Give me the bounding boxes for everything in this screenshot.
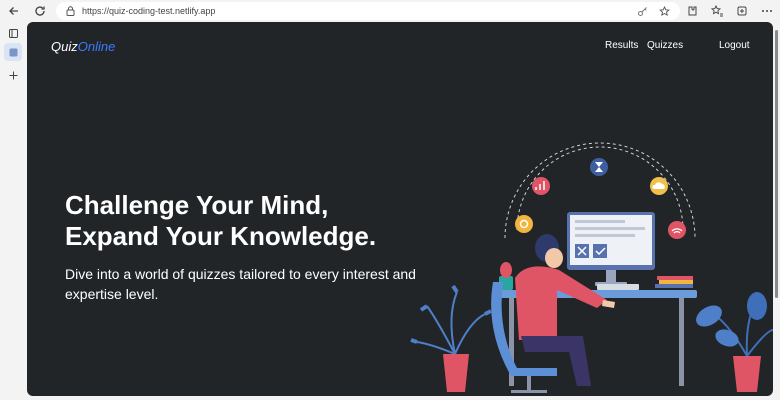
page-scrollbar[interactable] xyxy=(774,22,780,396)
left-plant-illustration xyxy=(410,284,492,392)
arrow-left-icon xyxy=(9,7,18,15)
nav-link-quizzes[interactable]: Quizzes xyxy=(647,40,683,51)
browser-toolbar: https://quiz-coding-test.netlify.app xyxy=(0,0,780,22)
wifi-badge-icon xyxy=(668,221,686,239)
star-icon[interactable] xyxy=(658,5,670,17)
hourglass-badge-icon xyxy=(590,158,608,176)
chart-badge-icon xyxy=(532,177,550,195)
url-text: https://quiz-coding-test.netlify.app xyxy=(82,6,216,16)
logout-link[interactable]: Logout xyxy=(719,40,750,51)
cloud-badge-icon xyxy=(650,177,668,195)
refresh-button[interactable] xyxy=(31,2,49,20)
back-button[interactable] xyxy=(5,2,23,20)
brand-part-quiz: Quiz xyxy=(51,39,78,54)
collections-icon[interactable] xyxy=(734,2,750,20)
headline-line-2: Expand Your Knowledge. xyxy=(65,221,377,251)
nav-link-results[interactable]: Results xyxy=(605,40,638,51)
new-tab-icon[interactable] xyxy=(4,66,22,84)
scrollbar-thumb[interactable] xyxy=(775,30,778,298)
favorites-icon[interactable] xyxy=(709,2,725,20)
hero-illustration xyxy=(410,142,773,393)
brand-part-online: Online xyxy=(77,39,116,54)
refresh-icon xyxy=(35,6,45,16)
vertical-tabs-sidebar xyxy=(0,22,26,400)
address-bar[interactable]: https://quiz-coding-test.netlify.app xyxy=(56,2,680,20)
headline-line-1: Challenge Your Mind, xyxy=(65,190,329,220)
extensions-icon[interactable] xyxy=(684,2,700,20)
lock-icon xyxy=(66,6,76,16)
tab-actions-icon[interactable] xyxy=(4,24,22,42)
page-viewport: QuizOnline Results Quizzes Logout Challe… xyxy=(27,22,773,396)
brand-logo[interactable]: QuizOnline xyxy=(51,39,115,54)
active-tab-icon[interactable] xyxy=(4,43,22,61)
key-icon[interactable] xyxy=(636,5,648,17)
more-menu-icon[interactable] xyxy=(759,2,775,20)
right-plant-illustration xyxy=(696,292,773,392)
gear-badge-icon xyxy=(515,215,533,233)
hero-subtitle: Dive into a world of quizzes tailored to… xyxy=(65,266,416,302)
